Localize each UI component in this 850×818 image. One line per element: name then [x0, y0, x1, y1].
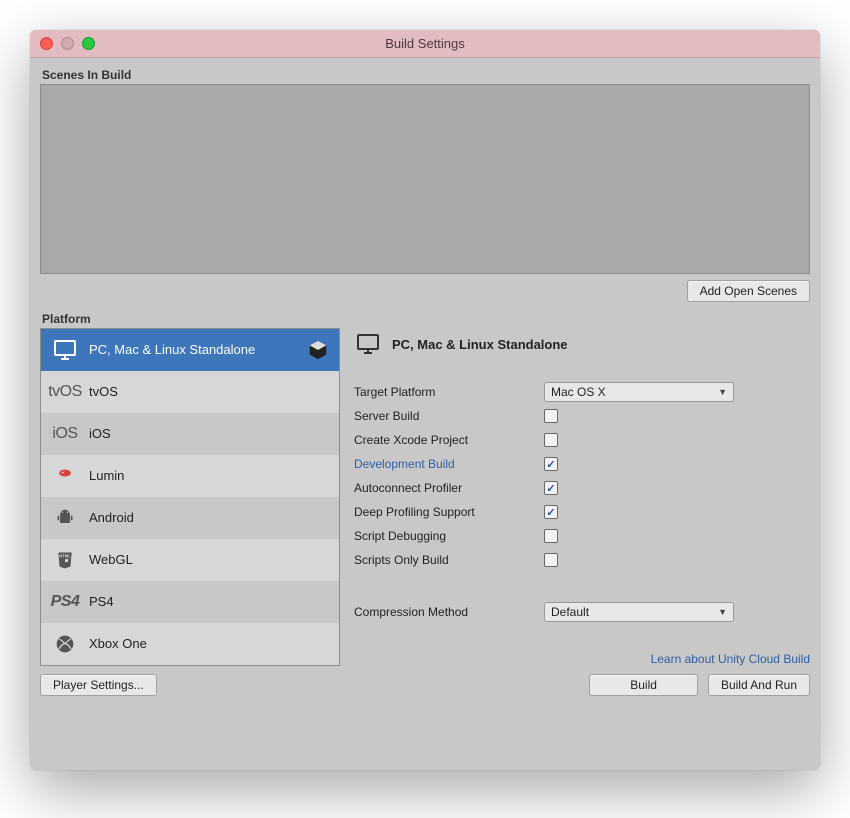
platform-item-lumin[interactable]: Lumin [41, 455, 339, 497]
monitor-icon [51, 336, 79, 364]
platform-item-label: Xbox One [89, 636, 147, 651]
zoom-icon[interactable] [82, 37, 95, 50]
platform-item-label: tvOS [89, 384, 118, 399]
platform-item-android[interactable]: Android [41, 497, 339, 539]
compression-select[interactable]: Default ▼ [544, 602, 734, 622]
window-controls [40, 37, 95, 50]
compression-row: Compression Method Default ▼ [354, 600, 810, 624]
platform-item-label: WebGL [89, 552, 133, 567]
window-title: Build Settings [30, 36, 820, 51]
platform-item-ios[interactable]: iOS iOS [41, 413, 339, 455]
scripts-only-checkbox[interactable] [544, 553, 558, 567]
ps4-icon: PS4 [51, 588, 79, 616]
scenes-label: Scenes In Build [42, 68, 808, 82]
target-platform-row: Target Platform Mac OS X ▼ [354, 380, 810, 404]
tvos-icon: tvOS [51, 378, 79, 406]
cloud-build-link[interactable]: Learn about Unity Cloud Build [651, 652, 810, 666]
platform-item-label: iOS [89, 426, 111, 441]
ios-icon: iOS [51, 420, 79, 448]
development-build-checkbox[interactable] [544, 457, 558, 471]
lumin-icon [51, 462, 79, 490]
autoconnect-profiler-checkbox[interactable] [544, 481, 558, 495]
target-platform-select[interactable]: Mac OS X ▼ [544, 382, 734, 402]
build-and-run-button[interactable]: Build And Run [708, 674, 810, 696]
platform-label: Platform [42, 312, 808, 326]
minimize-icon [61, 37, 74, 50]
chevron-down-icon: ▼ [718, 387, 727, 397]
deep-profiling-checkbox[interactable] [544, 505, 558, 519]
add-open-scenes-button[interactable]: Add Open Scenes [687, 280, 810, 302]
xbox-icon [51, 630, 79, 658]
chevron-down-icon: ▼ [718, 607, 727, 617]
create-xcode-checkbox[interactable] [544, 433, 558, 447]
script-debugging-checkbox[interactable] [544, 529, 558, 543]
server-build-checkbox[interactable] [544, 409, 558, 423]
platform-list: PC, Mac & Linux Standalone tvOS tvOS iOS… [40, 328, 340, 666]
html5-icon: HTML [51, 546, 79, 574]
titlebar: Build Settings [30, 30, 820, 58]
platform-item-standalone[interactable]: PC, Mac & Linux Standalone [41, 329, 339, 371]
scenes-list[interactable] [40, 84, 810, 274]
platform-item-label: PC, Mac & Linux Standalone [89, 342, 255, 357]
player-settings-button[interactable]: Player Settings... [40, 674, 157, 696]
build-settings-window: Build Settings Scenes In Build Add Open … [30, 30, 820, 770]
close-icon[interactable] [40, 37, 53, 50]
platform-item-ps4[interactable]: PS4 PS4 [41, 581, 339, 623]
platform-item-label: Lumin [89, 468, 124, 483]
build-button[interactable]: Build [589, 674, 698, 696]
android-icon [51, 504, 79, 532]
monitor-icon [354, 330, 382, 358]
selected-platform-title: PC, Mac & Linux Standalone [354, 330, 810, 358]
unity-icon [307, 339, 329, 361]
platform-item-label: PS4 [89, 594, 114, 609]
platform-item-xbox[interactable]: Xbox One [41, 623, 339, 665]
platform-item-label: Android [89, 510, 134, 525]
platform-details: PC, Mac & Linux Standalone Target Platfo… [354, 328, 810, 666]
platform-item-webgl[interactable]: HTML WebGL [41, 539, 339, 581]
svg-text:HTML: HTML [59, 553, 71, 558]
platform-item-tvos[interactable]: tvOS tvOS [41, 371, 339, 413]
